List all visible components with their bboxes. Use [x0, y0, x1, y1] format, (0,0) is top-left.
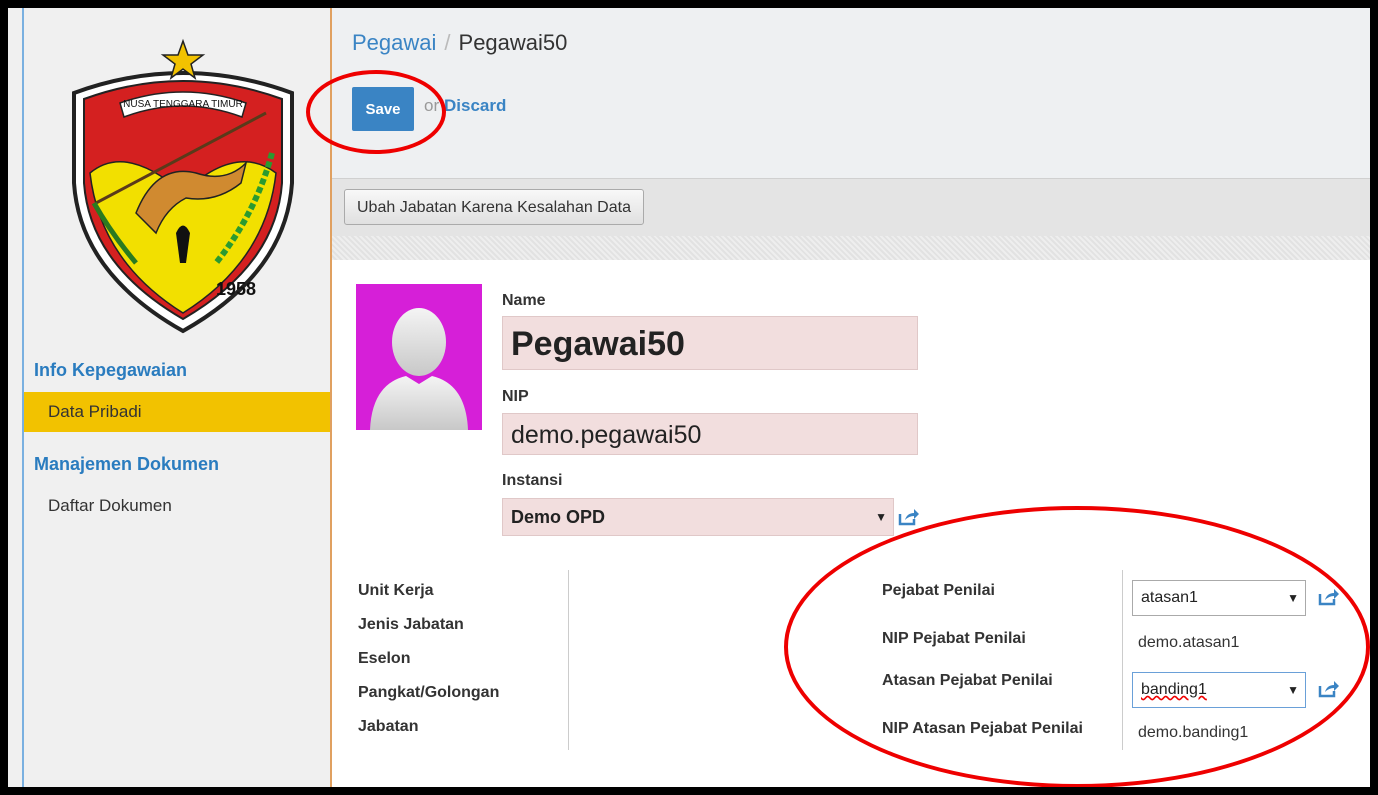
sheet-background — [332, 236, 1370, 260]
nip-input[interactable]: demo.pegawai50 — [502, 413, 918, 455]
ntt-emblem-logo: NUSA TENGGARA TIMUR 1958 — [72, 38, 294, 334]
instansi-value: Demo OPD — [511, 507, 606, 527]
unit-kerja-label: Unit Kerja — [358, 582, 434, 599]
breadcrumb-parent-link[interactable]: Pegawai — [352, 30, 436, 55]
right-column-divider — [1122, 570, 1123, 750]
logo-banner-text: NUSA TENGGARA TIMUR — [123, 99, 243, 110]
main-content: Pegawai / Pegawai50 Save or Discard Ubah J… — [332, 8, 1370, 787]
atasan-pejabat-penilai-select[interactable]: banding1 ▼ — [1132, 672, 1306, 708]
column-divider — [568, 570, 569, 750]
section-info-kepegawaian: Info Kepegawaian — [34, 360, 188, 380]
external-link-icon[interactable] — [1318, 680, 1340, 698]
sidebar: NUSA TENGGARA TIMUR 1958 Info Kepegawaia… — [8, 8, 332, 787]
pejabat-penilai-label: Pejabat Penilai — [882, 582, 995, 599]
instansi-label: Instansi — [502, 472, 563, 489]
or-text: or — [424, 96, 440, 115]
pejabat-penilai-value: atasan1 — [1141, 589, 1198, 606]
name-input[interactable]: Pegawai50 — [502, 316, 918, 370]
save-button[interactable]: Save — [352, 87, 414, 131]
external-link-icon[interactable] — [898, 508, 920, 526]
atasan-pejabat-penilai-value: banding1 — [1141, 681, 1207, 698]
sidebar-item-daftar-dokumen[interactable]: Daftar Dokumen — [24, 486, 330, 526]
sidebar-item-data-pribadi[interactable]: Data Pribadi — [24, 392, 330, 432]
nip-atasan-pejabat-penilai-label: NIP Atasan Pejabat Penilai — [882, 720, 1083, 737]
pangkat-golongan-label: Pangkat/Golongan — [358, 684, 500, 701]
employee-photo[interactable] — [356, 284, 482, 430]
chevron-down-icon: ▼ — [875, 510, 887, 524]
nip-pejabat-penilai-value: demo.atasan1 — [1138, 634, 1240, 651]
form-sheet: Name Pegawai50 NIP demo.pegawai50 Instan… — [332, 260, 1370, 787]
external-link-icon[interactable] — [1318, 588, 1340, 606]
app-window: NUSA TENGGARA TIMUR 1958 Info Kepegawaia… — [8, 8, 1370, 787]
name-label: Name — [502, 292, 546, 309]
jenis-jabatan-label: Jenis Jabatan — [358, 616, 464, 633]
discard-link[interactable]: Discard — [444, 96, 506, 116]
nip-atasan-pejabat-penilai-value: demo.banding1 — [1138, 724, 1249, 741]
ubah-jabatan-button[interactable]: Ubah Jabatan Karena Kesalahan Data — [344, 189, 644, 225]
nip-label: NIP — [502, 388, 529, 405]
form-button-bar: Ubah Jabatan Karena Kesalahan Data — [332, 178, 1370, 237]
nip-pejabat-penilai-label: NIP Pejabat Penilai — [882, 630, 1026, 647]
breadcrumb-separator: / — [444, 30, 451, 55]
atasan-pejabat-penilai-label: Atasan Pejabat Penilai — [882, 672, 1053, 689]
instansi-select[interactable]: Demo OPD ▼ — [502, 498, 894, 536]
default-avatar-icon — [370, 308, 468, 430]
control-panel: Pegawai / Pegawai50 Save or Discard — [332, 8, 1370, 178]
eselon-label: Eselon — [358, 650, 411, 667]
chevron-down-icon: ▼ — [1287, 591, 1299, 605]
jabatan-label: Jabatan — [358, 718, 419, 735]
breadcrumb-current: Pegawai50 — [458, 30, 568, 55]
section-manajemen-dokumen: Manajemen Dokumen — [34, 454, 220, 474]
pejabat-penilai-select[interactable]: atasan1 ▼ — [1132, 580, 1306, 616]
breadcrumb: Pegawai / Pegawai50 — [352, 30, 567, 56]
chevron-down-icon: ▼ — [1287, 683, 1299, 697]
logo-year-text: 1958 — [216, 279, 256, 299]
